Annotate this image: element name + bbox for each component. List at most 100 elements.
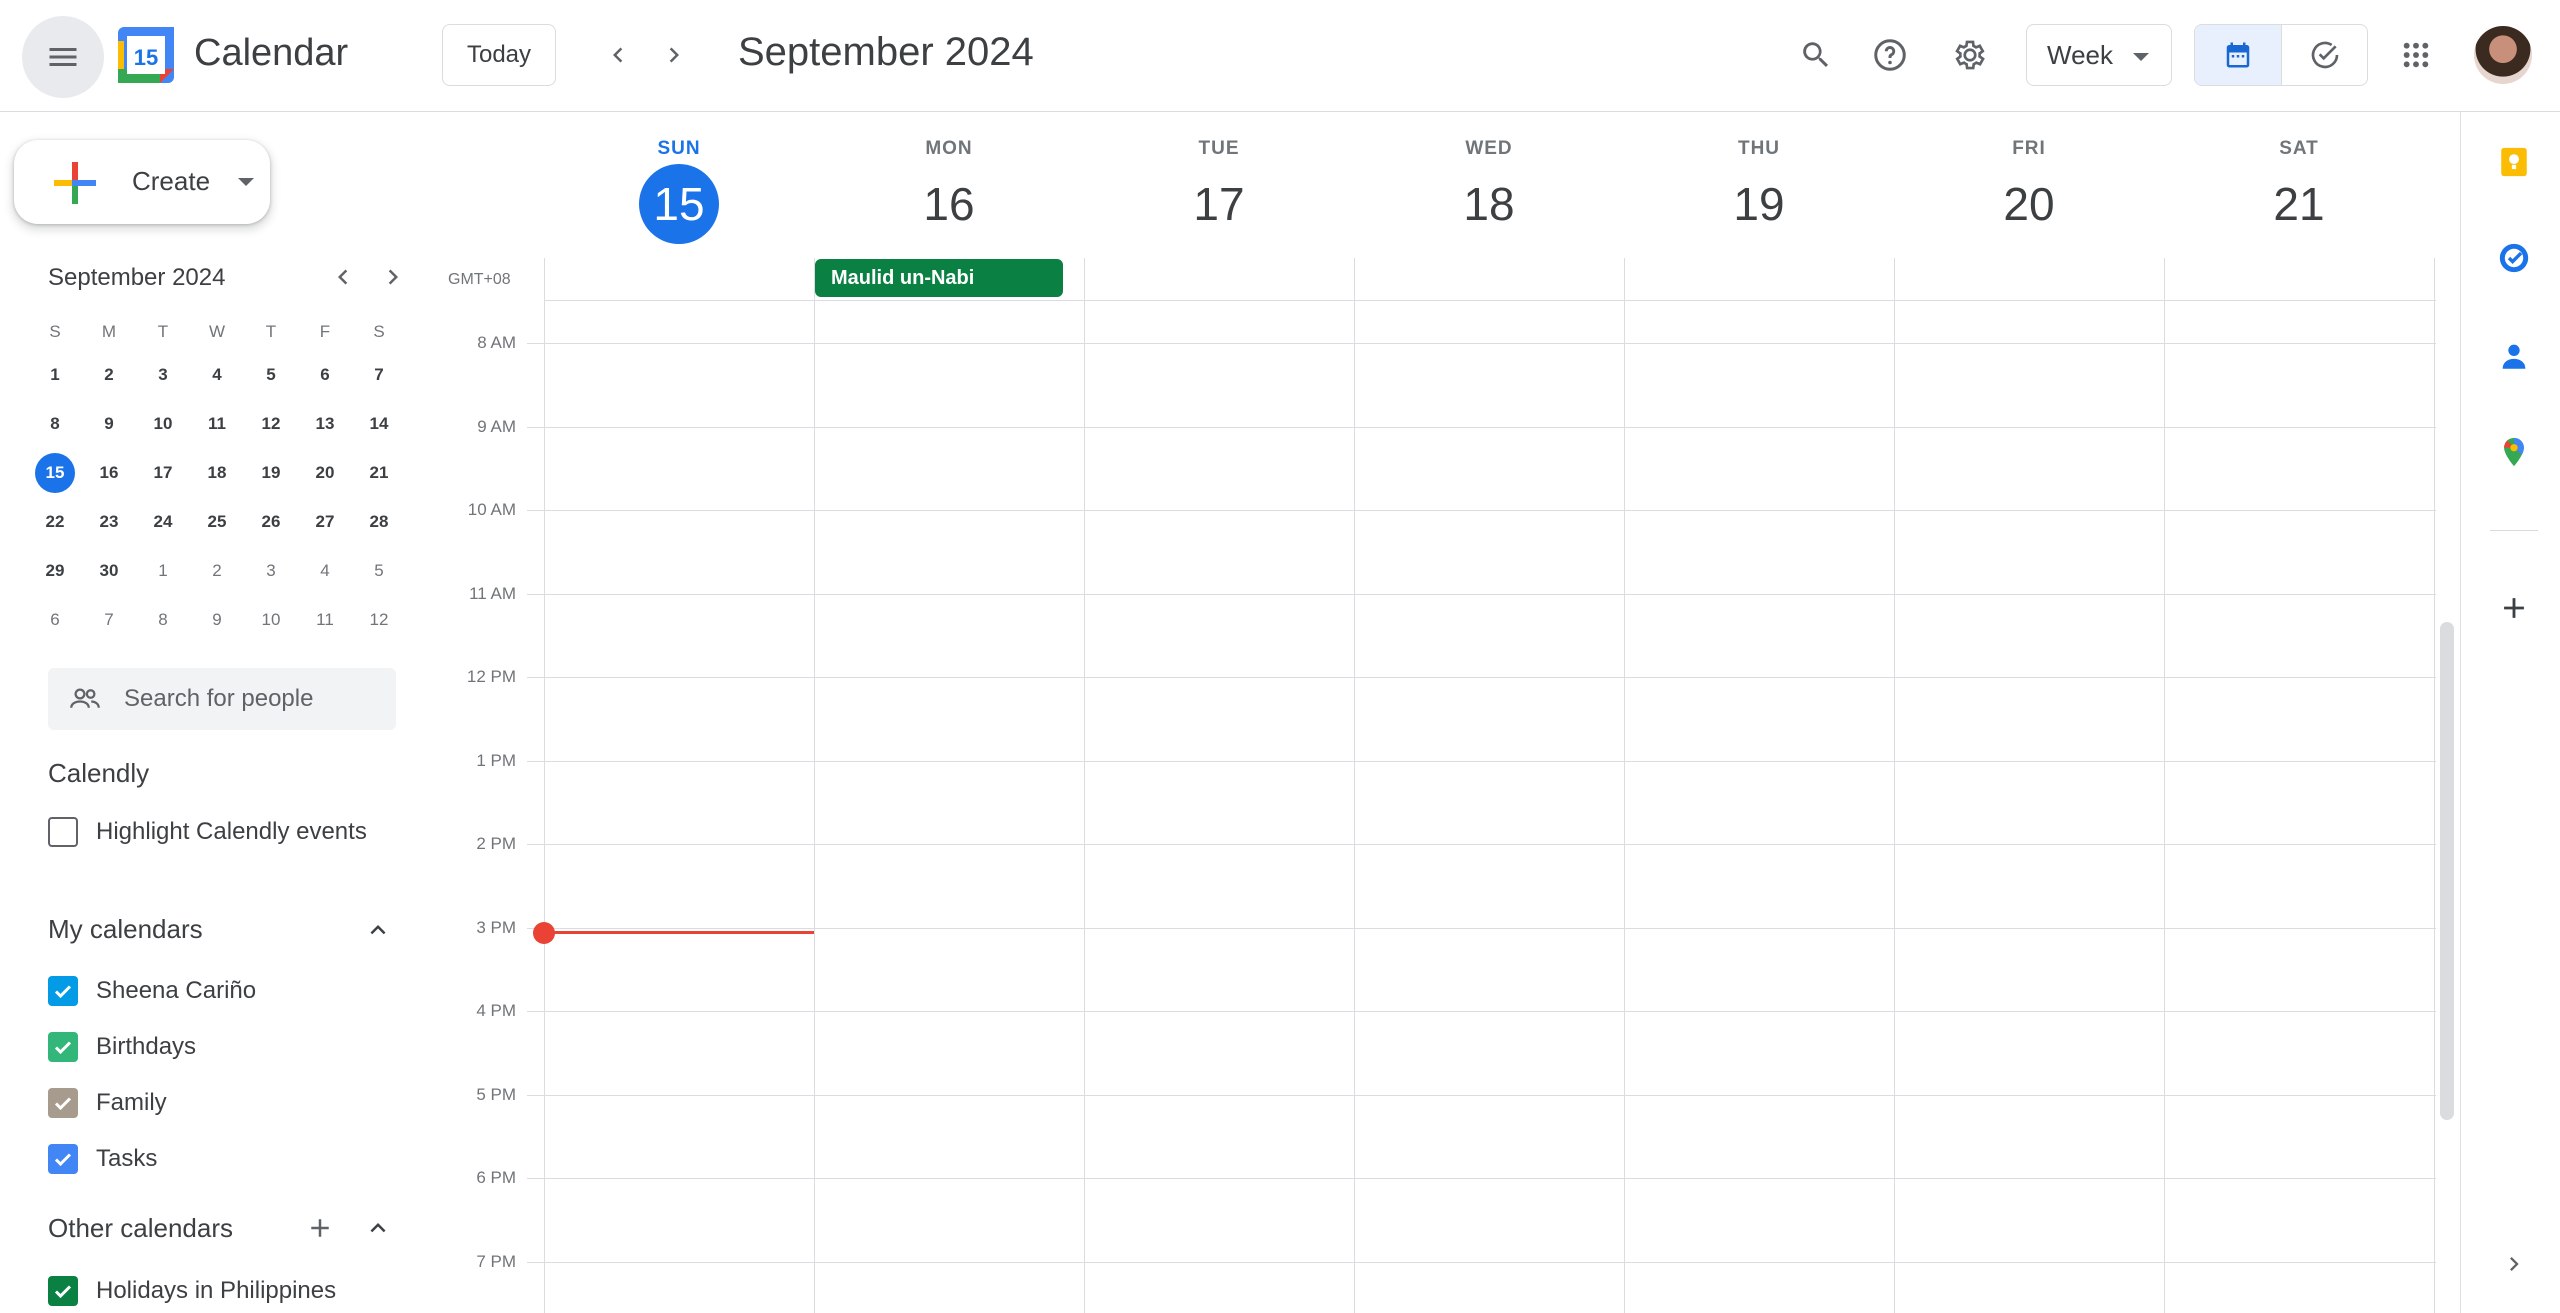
mini-calendar-day[interactable]: 8 — [28, 399, 82, 448]
mini-calendar-day[interactable]: 26 — [244, 497, 298, 546]
tasks-view-toggle[interactable] — [2281, 25, 2367, 85]
account-avatar[interactable] — [2474, 26, 2532, 84]
mini-calendar-day[interactable]: 3 — [244, 546, 298, 595]
mini-calendar-day[interactable]: 23 — [82, 497, 136, 546]
mini-calendar-day[interactable]: 1 — [136, 546, 190, 595]
mini-calendar-day[interactable]: 13 — [298, 399, 352, 448]
mini-calendar-day[interactable]: 12 — [352, 595, 406, 644]
google-apps-button[interactable] — [2376, 15, 2456, 95]
grid-scrollbar[interactable] — [2440, 622, 2454, 1120]
chevron-up-icon — [370, 925, 386, 935]
settings-button[interactable] — [1930, 15, 2010, 95]
mini-calendar-day[interactable]: 12 — [244, 399, 298, 448]
main-menu-button[interactable] — [22, 16, 104, 98]
mini-calendar-day[interactable]: 2 — [190, 546, 244, 595]
mini-calendar-day[interactable]: 10 — [244, 595, 298, 644]
add-other-calendar-button[interactable] — [300, 1208, 340, 1248]
mini-calendar-day[interactable]: 28 — [352, 497, 406, 546]
my-calendars-title[interactable]: My calendars — [48, 914, 203, 945]
mini-calendar-day[interactable]: 15 — [28, 448, 82, 497]
checkbox-checked-icon[interactable] — [48, 1144, 78, 1174]
calendar-item[interactable]: Sheena Cariño — [48, 971, 256, 1011]
mini-calendar-day[interactable]: 6 — [298, 350, 352, 399]
contacts-button[interactable] — [2492, 334, 2536, 378]
mini-calendar-day[interactable]: 7 — [82, 595, 136, 644]
day-number[interactable]: 19 — [1719, 164, 1799, 244]
mini-calendar-day[interactable]: 4 — [190, 350, 244, 399]
people-search-input[interactable] — [124, 668, 384, 730]
day-number[interactable]: 17 — [1179, 164, 1259, 244]
mini-calendar-day[interactable]: 20 — [298, 448, 352, 497]
mini-calendar-day[interactable]: 16 — [82, 448, 136, 497]
show-side-panel-button[interactable] — [2492, 1242, 2536, 1286]
all-day-event[interactable]: Maulid un-Nabi — [815, 259, 1063, 297]
mini-calendar-day[interactable]: 14 — [352, 399, 406, 448]
checkbox-checked-icon[interactable] — [48, 976, 78, 1006]
collapse-my-calendars-button[interactable] — [358, 910, 398, 950]
day-header-tue[interactable]: TUE 17 — [1084, 138, 1354, 244]
collapse-other-calendars-button[interactable] — [358, 1208, 398, 1248]
today-button[interactable]: Today — [442, 24, 556, 86]
day-number[interactable]: 18 — [1449, 164, 1529, 244]
calendar-view-toggle[interactable] — [2195, 25, 2281, 85]
mini-calendar-day[interactable]: 18 — [190, 448, 244, 497]
calendar-item[interactable]: Tasks — [48, 1139, 157, 1179]
mini-calendar-day[interactable]: 30 — [82, 546, 136, 595]
checkbox-checked-icon[interactable] — [48, 1032, 78, 1062]
mini-calendar-day[interactable]: 25 — [190, 497, 244, 546]
mini-calendar-day[interactable]: 11 — [190, 399, 244, 448]
people-search-box[interactable] — [48, 668, 396, 730]
mini-calendar-day[interactable]: 4 — [298, 546, 352, 595]
view-selector[interactable]: Week — [2026, 24, 2172, 86]
mini-calendar-day[interactable]: 3 — [136, 350, 190, 399]
checkbox-unchecked-icon[interactable] — [48, 817, 78, 847]
mini-calendar-day[interactable]: 9 — [82, 399, 136, 448]
mini-calendar-day[interactable]: 8 — [136, 595, 190, 644]
mini-calendar-day[interactable]: 5 — [244, 350, 298, 399]
mini-calendar-day-number: 29 — [45, 560, 65, 580]
checkbox-checked-icon[interactable] — [48, 1276, 78, 1306]
day-number[interactable]: 21 — [2259, 164, 2339, 244]
day-header-sun[interactable]: SUN 15 — [544, 138, 814, 244]
mini-calendar-day[interactable]: 17 — [136, 448, 190, 497]
keep-button[interactable] — [2492, 140, 2536, 184]
calendar-item[interactable]: Holidays in Philippines — [48, 1271, 336, 1311]
day-header-mon[interactable]: MON 16 — [814, 138, 1084, 244]
calendar-logo-icon[interactable]: 15 — [118, 27, 174, 83]
mini-calendar-day[interactable]: 19 — [244, 448, 298, 497]
next-week-button[interactable] — [634, 15, 714, 95]
mini-calendar-day[interactable]: 6 — [28, 595, 82, 644]
day-header-wed[interactable]: WED 18 — [1354, 138, 1624, 244]
day-header-sat[interactable]: SAT 21 — [2164, 138, 2434, 244]
maps-button[interactable] — [2492, 430, 2536, 474]
mini-calendar-day[interactable]: 24 — [136, 497, 190, 546]
day-number[interactable]: 20 — [1989, 164, 2069, 244]
day-number[interactable]: 15 — [639, 164, 719, 244]
mini-calendar-day[interactable]: 29 — [28, 546, 82, 595]
mini-calendar-day[interactable]: 27 — [298, 497, 352, 546]
search-button[interactable] — [1776, 15, 1856, 95]
mini-next-month-icon[interactable] — [378, 262, 408, 292]
mini-calendar-day[interactable]: 21 — [352, 448, 406, 497]
mini-calendar-day[interactable]: 7 — [352, 350, 406, 399]
mini-calendar-day[interactable]: 10 — [136, 399, 190, 448]
tasks-button[interactable] — [2492, 236, 2536, 280]
calendly-highlight-option[interactable]: Highlight Calendly events — [48, 812, 367, 852]
help-button[interactable] — [1850, 15, 1930, 95]
day-header-fri[interactable]: FRI 20 — [1894, 138, 2164, 244]
other-calendars-title[interactable]: Other calendars — [48, 1213, 233, 1244]
day-number[interactable]: 16 — [909, 164, 989, 244]
get-add-ons-button[interactable] — [2492, 586, 2536, 630]
mini-calendar-day[interactable]: 5 — [352, 546, 406, 595]
checkbox-checked-icon[interactable] — [48, 1088, 78, 1118]
mini-calendar-day[interactable]: 11 — [298, 595, 352, 644]
mini-calendar-day[interactable]: 9 — [190, 595, 244, 644]
day-header-thu[interactable]: THU 19 — [1624, 138, 1894, 244]
mini-calendar-day[interactable]: 1 — [28, 350, 82, 399]
calendar-item[interactable]: Birthdays — [48, 1027, 196, 1067]
mini-prev-month-icon[interactable] — [328, 262, 358, 292]
create-button[interactable]: Create — [14, 140, 270, 224]
mini-calendar-day[interactable]: 22 — [28, 497, 82, 546]
mini-calendar-day[interactable]: 2 — [82, 350, 136, 399]
calendar-item[interactable]: Family — [48, 1083, 167, 1123]
